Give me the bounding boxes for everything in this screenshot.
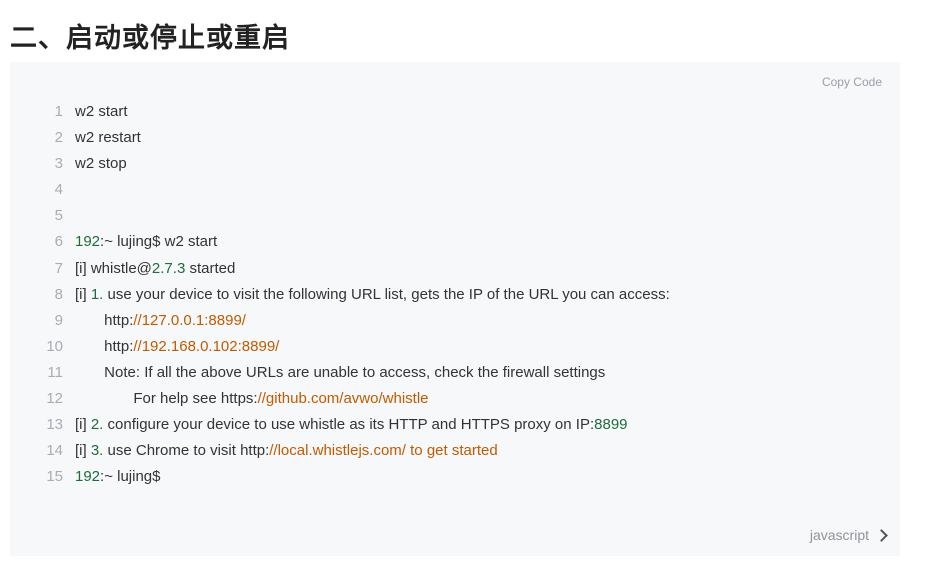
line-number: 15 <box>46 468 63 486</box>
line-number: 6 <box>54 233 63 251</box>
line-number: 8 <box>54 285 63 303</box>
code-line: 8 [i] 1. use your device to visit the fol… <box>10 282 900 308</box>
code-line-content: http://192.168.0.102:8899/ <box>75 334 900 360</box>
code-text-token: configure your device to use whistle as … <box>103 416 595 434</box>
code-text-token: w2 restart <box>75 129 141 147</box>
code-string-token: //github.com/avwo/whistle <box>257 390 429 408</box>
code-line: 5 <box>10 203 900 229</box>
code-number-token: 8899 <box>594 416 628 434</box>
code-lines: 1 w2 start 2 w2 restart 3 w2 stop 4 5 6 192:~ luj… <box>10 99 900 490</box>
code-line-content <box>75 177 900 203</box>
line-number: 10 <box>46 337 63 355</box>
code-text-token: [i] whistle@ <box>75 259 152 277</box>
code-line: 10 http://192.168.0.102:8899/ <box>10 334 900 360</box>
line-number: 11 <box>47 363 63 381</box>
code-number-token: 2. <box>90 416 104 434</box>
line-number: 3 <box>54 155 63 173</box>
line-number: 4 <box>54 181 63 199</box>
code-text-token: http: <box>75 311 134 329</box>
code-text-token: use Chrome to visit http: <box>103 442 270 460</box>
code-text-token: [i] <box>75 416 91 434</box>
code-line: 4 <box>10 177 900 203</box>
line-number: 13 <box>46 416 63 434</box>
code-line: 13 [i] 2. configure your device to use wh… <box>10 412 900 438</box>
code-text-token: w2 start <box>75 103 128 120</box>
code-line: 2 w2 restart <box>10 125 900 151</box>
code-line-content: [i] 2. configure your device to use whis… <box>75 412 900 438</box>
code-line-content: [i] 3. use Chrome to visit http://local.… <box>75 438 900 464</box>
code-text-token: Note: If all the above URLs are unable t… <box>75 363 606 381</box>
code-text-token: [i] <box>75 442 91 460</box>
language-switch-button[interactable]: javascript <box>809 527 888 543</box>
code-line-content: w2 stop <box>75 151 900 177</box>
line-number: 1 <box>54 103 63 120</box>
code-string-token: //127.0.0.1:8899/ <box>133 311 246 329</box>
code-line-content: w2 restart <box>75 125 900 151</box>
line-number: 5 <box>54 207 63 225</box>
code-text-token: w2 stop <box>75 155 127 173</box>
code-text-token: For help see https: <box>75 390 258 408</box>
code-number-token: 192 <box>75 468 101 486</box>
code-line-content <box>75 203 900 229</box>
code-line: 15 192:~ lujing$ <box>10 464 900 490</box>
copy-code-button[interactable]: Copy Code <box>822 75 882 89</box>
code-line-content: [i] 1. use your device to visit the foll… <box>75 282 900 308</box>
code-line: 12 For help see https://github.com/avwo/… <box>10 386 900 412</box>
code-line-content: w2 start <box>75 99 900 125</box>
code-number-token: 192 <box>75 233 101 251</box>
code-block: Copy Code 1 w2 start 2 w2 restart 3 w2 stop 4 5… <box>10 62 900 556</box>
code-line: 1 w2 start <box>10 99 900 125</box>
code-line: 3 w2 stop <box>10 151 900 177</box>
line-number: 12 <box>46 390 63 408</box>
code-line-content: For help see https://github.com/avwo/whi… <box>75 386 900 412</box>
code-line-content: [i] whistle@2.7.3 started <box>75 256 900 282</box>
line-number: 9 <box>54 311 63 329</box>
code-line: 6 192:~ lujing$ w2 start <box>10 229 900 255</box>
section-heading: 二、启动或停止或重启 <box>10 23 290 54</box>
code-line-content: http://127.0.0.1:8899/ <box>75 308 900 334</box>
language-label: javascript <box>809 527 869 543</box>
code-text-token: http: <box>75 337 134 355</box>
code-line: 9 http://127.0.0.1:8899/ <box>10 308 900 334</box>
code-text-token: use your device to visit the following U… <box>103 285 670 303</box>
code-line-content: Note: If all the above URLs are unable t… <box>75 360 900 386</box>
code-number-token: 1. <box>90 285 104 303</box>
code-line-content: 192:~ lujing$ w2 start <box>75 229 900 255</box>
code-line: 14 [i] 3. use Chrome to visit http://loca… <box>10 438 900 464</box>
code-text-token: :~ lujing$ w2 start <box>100 233 218 251</box>
code-string-token: //local.whistlejs.com/ to get started <box>269 442 498 460</box>
code-text-token: :~ lujing$ <box>100 468 161 486</box>
line-number: 2 <box>54 129 63 147</box>
code-line-content: 192:~ lujing$ <box>75 464 900 490</box>
code-text-token: started <box>185 259 236 277</box>
code-line: 7 [i] whistle@2.7.3 started <box>10 256 900 282</box>
code-line: 11 Note: If all the above URLs are unabl… <box>10 360 900 386</box>
line-number: 14 <box>46 442 63 460</box>
code-string-token: //192.168.0.102:8899/ <box>133 337 280 355</box>
code-number-token: 2.7.3 <box>151 259 186 277</box>
line-number: 7 <box>54 259 63 277</box>
code-text-token: [i] <box>75 285 91 303</box>
chevron-right-icon <box>875 528 888 542</box>
code-number-token: 3. <box>90 442 104 460</box>
